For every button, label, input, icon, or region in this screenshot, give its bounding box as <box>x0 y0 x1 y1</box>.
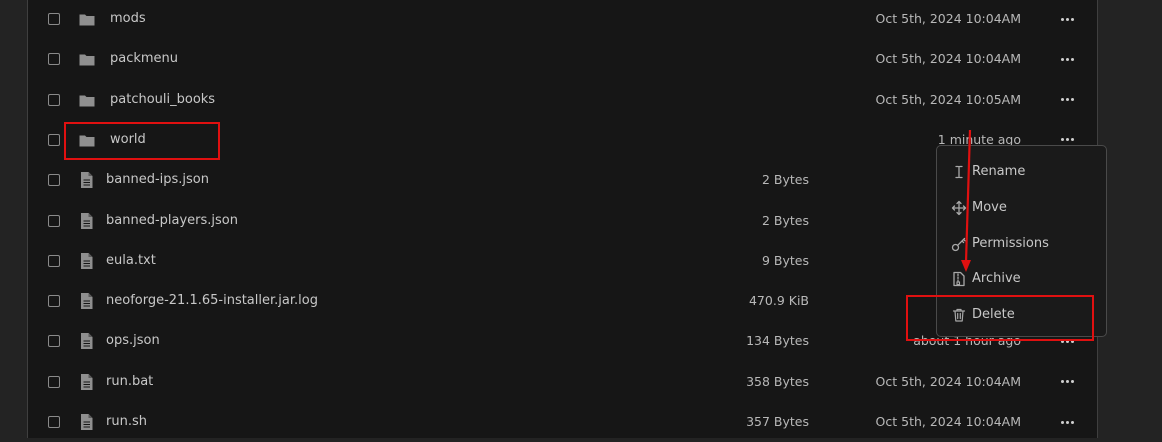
annotation-arrow <box>961 129 972 272</box>
